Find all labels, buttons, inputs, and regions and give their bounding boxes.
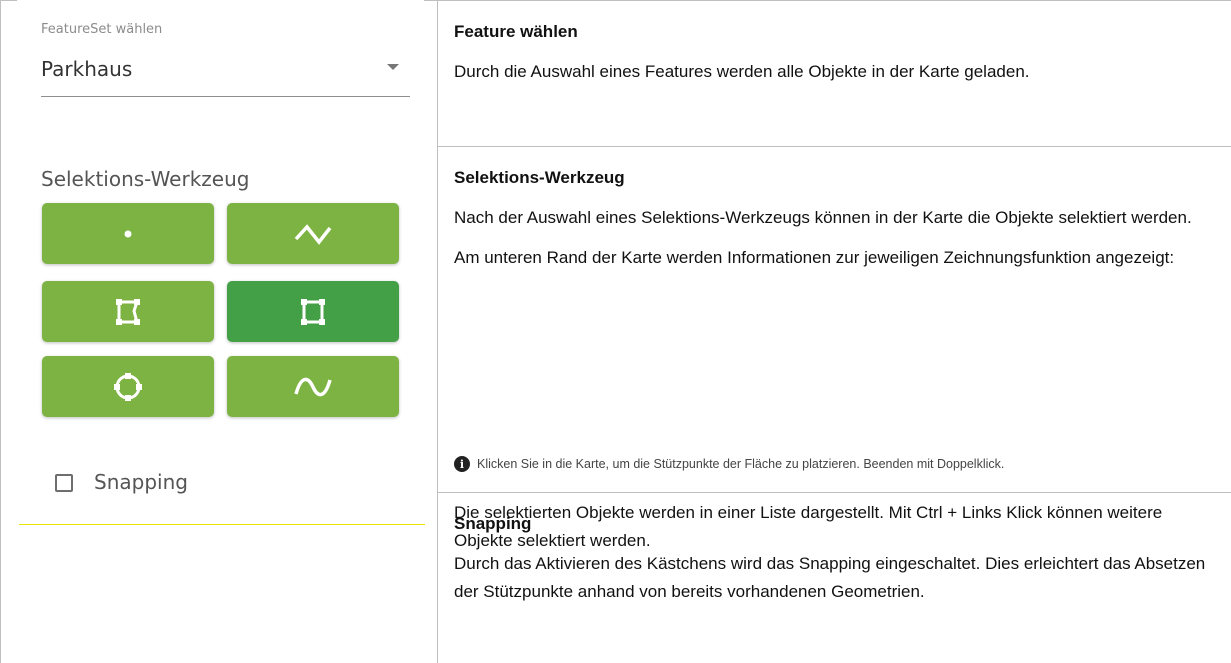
tool-panel-screenshot: FeatureSet wählen Parkhaus Selektions-We… bbox=[17, 0, 424, 514]
row-snapping: Snapping Durch das Aktivieren des Kästch… bbox=[454, 510, 1224, 606]
snapping-label: Snapping bbox=[94, 470, 188, 494]
row-text: Am unteren Rand der Karte werden Informa… bbox=[454, 248, 1175, 267]
rectangle-tool-button[interactable] bbox=[227, 281, 399, 342]
polygon-icon bbox=[116, 298, 140, 325]
snapping-checkbox[interactable] bbox=[55, 474, 73, 492]
rectangle-icon bbox=[301, 298, 325, 325]
row-text: Nach der Auswahl eines Selektions-Werkze… bbox=[454, 208, 1192, 227]
table-border-left bbox=[0, 0, 1, 663]
point-icon bbox=[124, 230, 132, 237]
row-divider bbox=[437, 146, 1231, 147]
tools-label: Selektions-Werkzeug bbox=[41, 167, 250, 191]
row-title: Snapping bbox=[454, 514, 532, 533]
freehand-icon bbox=[294, 377, 332, 396]
polyline-tool-button[interactable] bbox=[227, 203, 399, 264]
row-title: Feature wählen bbox=[454, 22, 578, 41]
point-tool-button[interactable] bbox=[42, 203, 214, 264]
table-column-divider bbox=[437, 0, 438, 663]
circle-icon bbox=[114, 372, 142, 401]
featureset-select[interactable]: Parkhaus bbox=[41, 57, 132, 81]
row-text: Durch das Aktivieren des Kästchens wird … bbox=[454, 554, 1206, 601]
row-selection-tool: Selektions-Werkzeug Nach der Auswahl ein… bbox=[454, 164, 1224, 272]
row-feature-select: Feature wählen Durch die Auswahl eines F… bbox=[454, 18, 1224, 86]
freehand-tool-button[interactable] bbox=[227, 356, 399, 417]
polygon-tool-button[interactable] bbox=[42, 281, 214, 342]
yellow-divider bbox=[19, 524, 425, 525]
featureset-label: FeatureSet wählen bbox=[41, 22, 163, 37]
circle-tool-button[interactable] bbox=[42, 356, 214, 417]
dropdown-arrow-icon[interactable] bbox=[387, 64, 399, 70]
select-underline bbox=[41, 96, 410, 97]
row-text: Durch die Auswahl eines Features werden … bbox=[454, 62, 1030, 81]
row-title: Selektions-Werkzeug bbox=[454, 168, 625, 187]
polyline-icon bbox=[294, 223, 332, 245]
